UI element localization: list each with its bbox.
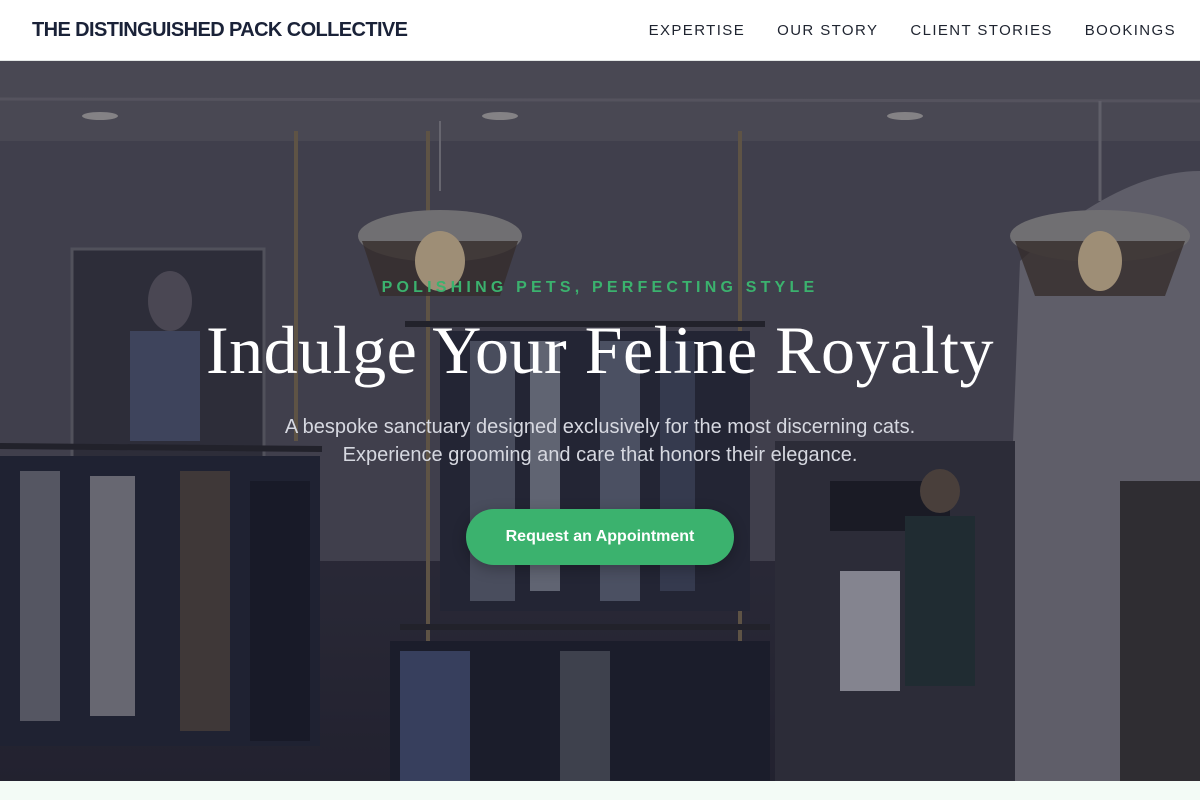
hero-headline: Indulge Your Feline Royalty xyxy=(206,312,994,388)
hero-subtext-line-1: A bespoke sanctuary designed exclusively… xyxy=(284,416,916,438)
nav-link-expertise[interactable]: EXPERTISE xyxy=(649,22,746,39)
main-nav: EXPERTISE OUR STORY CLIENT STORIES BOOKI… xyxy=(649,22,1176,39)
hero-subtext-line-2: Experience grooming and care that honors… xyxy=(342,444,858,466)
request-appointment-button[interactable]: Request an Appointment xyxy=(466,509,734,565)
hero-tagline: POLISHING PETS, PERFECTING STYLE xyxy=(381,279,819,296)
nav-link-bookings[interactable]: BOOKINGS xyxy=(1085,22,1176,39)
site-header: THE DISTINGUISHED PACK COLLECTIVE EXPERT… xyxy=(0,0,1200,61)
nav-link-our-story[interactable]: OUR STORY xyxy=(777,22,878,39)
hero-content: POLISHING PETS, PERFECTING STYLE Indulge… xyxy=(0,61,1200,781)
hero-section: POLISHING PETS, PERFECTING STYLE Indulge… xyxy=(0,61,1200,781)
nav-link-client-stories[interactable]: CLIENT STORIES xyxy=(910,22,1052,39)
hero-subtext: A bespoke sanctuary designed exclusively… xyxy=(250,413,950,469)
next-section-edge xyxy=(0,781,1200,800)
brand-logo-text[interactable]: THE DISTINGUISHED PACK COLLECTIVE xyxy=(32,19,408,42)
